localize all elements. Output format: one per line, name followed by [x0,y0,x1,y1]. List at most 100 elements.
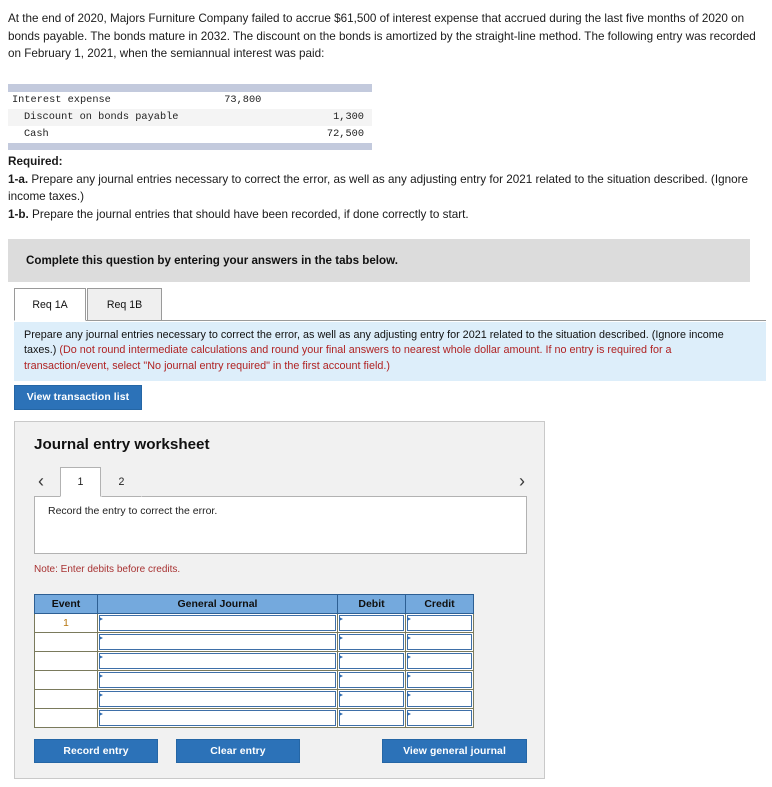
grid-cell-input[interactable] [99,691,336,707]
grid-cell-input[interactable] [339,634,404,650]
worksheet-prompt-box: Record the entry to correct the error. [34,496,527,554]
requirement-tabstrip: Req 1A Req 1B [14,288,766,321]
dropdown-caret-icon[interactable] [407,693,411,697]
grid-cell-event [34,689,98,709]
grid-cell-event: 1 [34,613,98,633]
dropdown-caret-icon[interactable] [99,636,103,640]
grid-cell-input[interactable] [339,710,404,726]
tab-req-1a[interactable]: Req 1A [14,288,86,321]
given-journal-entry: Interest expense 73,800 Discount on bond… [8,84,372,150]
tab-req-1b-label: Req 1B [106,298,143,311]
dropdown-caret-icon[interactable] [99,674,103,678]
grid-cell-input[interactable] [407,615,472,631]
grid-cell-input[interactable] [339,691,404,707]
dropdown-caret-icon[interactable] [339,655,343,659]
view-general-journal-label: View general journal [403,745,506,757]
grid-header-debit: Debit [337,594,406,614]
dropdown-caret-icon[interactable] [407,655,411,659]
grid-cell-input[interactable] [407,653,472,669]
dropdown-caret-icon[interactable] [99,617,103,621]
clear-entry-label: Clear entry [210,745,266,757]
grid-cell-input[interactable] [99,672,336,688]
exercise-page: At the end of 2020, Majors Furniture Com… [0,0,772,787]
required-item-a-text: Prepare any journal entries necessary to… [8,172,748,204]
dropdown-caret-icon[interactable] [407,636,411,640]
grid-cell-general-journal[interactable] [97,632,338,652]
grid-row: 1 [34,613,474,633]
dropdown-caret-icon[interactable] [407,617,411,621]
dropdown-caret-icon[interactable] [339,636,343,640]
chevron-left-icon[interactable]: ‹ [38,469,44,493]
clear-entry-button[interactable]: Clear entry [176,739,300,763]
grid-cell-credit[interactable] [405,613,474,633]
worksheet-tab-2-label: 2 [118,476,125,488]
dropdown-caret-icon[interactable] [339,617,343,621]
dropdown-caret-icon[interactable] [339,693,343,697]
grid-row [34,670,474,690]
grid-cell-input[interactable] [99,615,336,631]
grid-cell-credit[interactable] [405,689,474,709]
dropdown-caret-icon[interactable] [99,693,103,697]
worksheet-tab-1[interactable]: 1 [60,467,101,497]
given-entry-table: Interest expense 73,800 Discount on bond… [8,92,372,143]
grid-cell-input[interactable] [407,672,472,688]
grid-cell-debit[interactable] [337,708,406,728]
chevron-right-icon[interactable]: › [519,469,525,493]
grid-cell-input[interactable] [407,710,472,726]
worksheet-tab-2[interactable]: 2 [101,467,142,497]
grid-cell-debit[interactable] [337,670,406,690]
dropdown-caret-icon[interactable] [339,674,343,678]
grid-cell-credit[interactable] [405,670,474,690]
grid-cell-input[interactable] [407,691,472,707]
required-item-b-text: Prepare the journal entries that should … [28,207,469,221]
view-transaction-list-button[interactable]: View transaction list [14,385,142,410]
grid-cell-credit[interactable] [405,651,474,671]
dropdown-caret-icon[interactable] [99,712,103,716]
grid-cell-general-journal[interactable] [97,670,338,690]
grid-cell-general-journal[interactable] [97,613,338,633]
given-entry-row: Discount on bonds payable 1,300 [8,109,372,126]
grid-cell-debit[interactable] [337,613,406,633]
grid-header-general-journal: General Journal [97,594,338,614]
complete-question-banner-text: Complete this question by entering your … [26,254,398,267]
grid-cell-general-journal[interactable] [97,689,338,709]
dropdown-caret-icon[interactable] [99,655,103,659]
grid-header-credit: Credit [405,594,474,614]
dropdown-caret-icon[interactable] [339,712,343,716]
dropdown-caret-icon[interactable] [407,712,411,716]
view-general-journal-button[interactable]: View general journal [382,739,527,763]
grid-row [34,632,474,652]
given-entry-top-bar [8,84,372,92]
grid-cell-input[interactable] [99,710,336,726]
required-heading: Required: [8,155,63,168]
grid-cell-input[interactable] [339,615,404,631]
grid-cell-credit[interactable] [405,632,474,652]
given-entry-account: Cash [8,126,183,143]
grid-cell-input[interactable] [99,634,336,650]
grid-cell-event [34,670,98,690]
grid-cell-input[interactable] [339,672,404,688]
instruction-note-text: (Do not round intermediate calculations … [24,344,672,372]
required-item-b: 1-b. Prepare the journal entries that sh… [8,206,766,224]
grid-cell-debit[interactable] [337,689,406,709]
dropdown-caret-icon[interactable] [407,674,411,678]
grid-body: 1 [34,613,474,728]
grid-cell-general-journal[interactable] [97,651,338,671]
given-entry-account: Interest expense [8,92,183,109]
grid-cell-input[interactable] [407,634,472,650]
grid-cell-general-journal[interactable] [97,708,338,728]
grid-cell-input[interactable] [99,653,336,669]
grid-cell-debit[interactable] [337,651,406,671]
grid-cell-credit[interactable] [405,708,474,728]
grid-cell-debit[interactable] [337,632,406,652]
record-entry-button[interactable]: Record entry [34,739,158,763]
given-entry-account: Discount on bonds payable [8,109,183,126]
tab-req-1a-label: Req 1A [32,298,68,311]
grid-cell-input[interactable] [339,653,404,669]
grid-cell-event [34,651,98,671]
grid-header-event: Event [34,594,98,614]
tab-req-1b[interactable]: Req 1B [87,288,162,321]
grid-row [34,689,474,709]
required-item-a-label: 1-a. [8,172,29,186]
worksheet-tab-1-label: 1 [77,476,84,488]
